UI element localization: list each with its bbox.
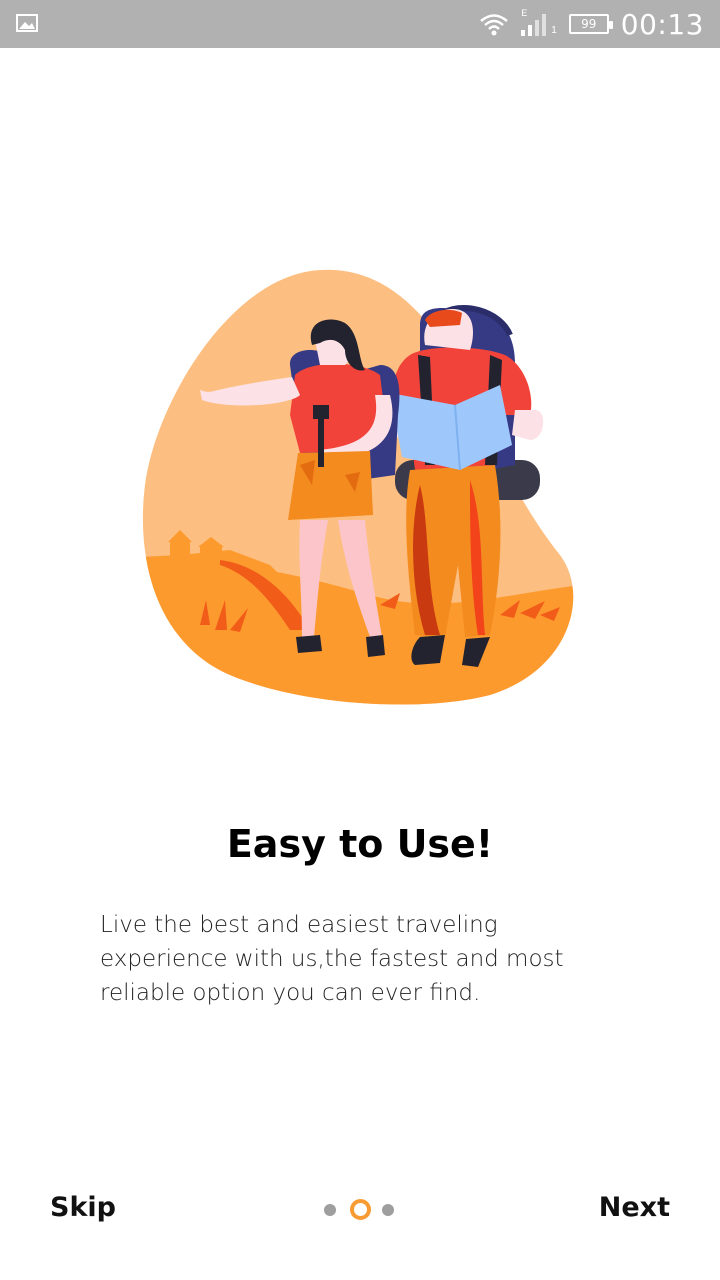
sim-slot-label: 1 bbox=[551, 25, 557, 36]
page-indicator bbox=[320, 1198, 400, 1222]
page-dot-2-active[interactable] bbox=[350, 1199, 371, 1220]
clock: 00:13 bbox=[620, 7, 704, 41]
page-dot-1[interactable] bbox=[324, 1204, 336, 1216]
image-notification-icon bbox=[16, 14, 38, 32]
travelers-illustration bbox=[142, 269, 574, 705]
onboarding-description: Live the best and easiest traveling expe… bbox=[100, 912, 564, 1006]
wifi-icon bbox=[480, 14, 509, 36]
network-type-label: E bbox=[521, 8, 528, 18]
onboarding-title: Easy to Use! bbox=[226, 822, 494, 866]
battery-level: 99 bbox=[581, 17, 597, 31]
battery-icon: 99 bbox=[568, 14, 613, 34]
page-dot-3[interactable] bbox=[382, 1204, 394, 1216]
skip-button[interactable]: Skip bbox=[50, 1192, 116, 1223]
status-bar: E 1 99 00:13 bbox=[0, 0, 720, 48]
cell-signal-icon: E 1 bbox=[521, 8, 557, 36]
next-button[interactable]: Next bbox=[599, 1192, 670, 1223]
